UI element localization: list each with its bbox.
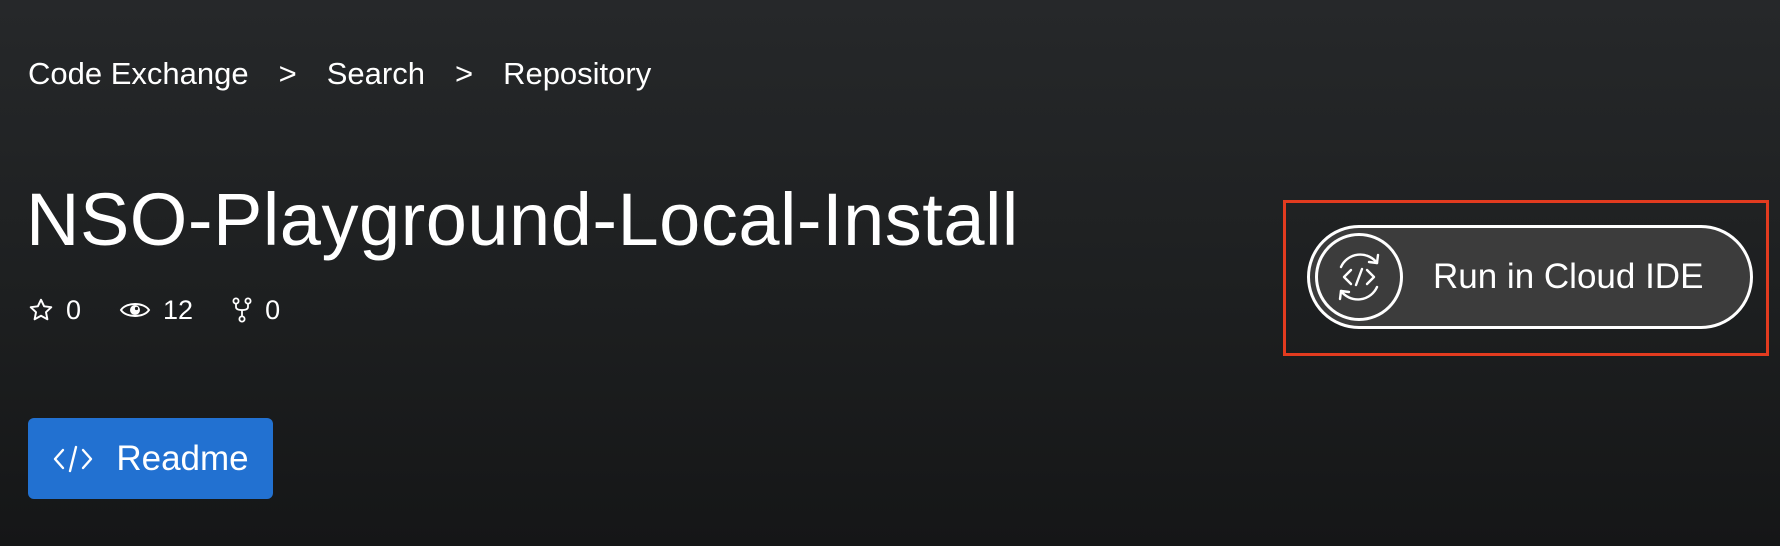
breadcrumb-search[interactable]: Search [327,54,425,94]
eye-icon [119,303,151,317]
breadcrumb-separator: > [278,56,297,91]
code-brackets-icon [54,445,93,472]
breadcrumb-separator: > [454,56,474,91]
breadcrumb-repository[interactable]: Repository [503,54,651,94]
page-title: NSO-Playground-Local-Install [26,178,1019,261]
stars-stat[interactable]: 0 [28,293,81,327]
readme-button[interactable]: Readme [28,418,273,499]
run-in-cloud-ide-button[interactable]: Run in Cloud IDE [1307,225,1753,329]
cloud-ide-label: Run in Cloud IDE [1433,257,1704,296]
repo-stats: 0 12 0 [28,293,318,327]
watchers-stat[interactable]: 12 [119,293,193,327]
breadcrumb-code-exchange[interactable]: Code Exchange [28,54,249,94]
code-refresh-icon [1338,253,1380,301]
readme-label: Readme [116,438,249,478]
watchers-count: 12 [163,295,194,325]
forks-stat[interactable]: 0 [231,293,280,327]
forks-count: 0 [265,295,281,325]
breadcrumb: Code Exchange > Search > Repository [28,54,651,94]
star-outline-icon [29,298,53,321]
cloud-ide-icon-circle [1315,233,1403,321]
fork-icon [232,297,252,323]
stars-count: 0 [66,295,82,325]
